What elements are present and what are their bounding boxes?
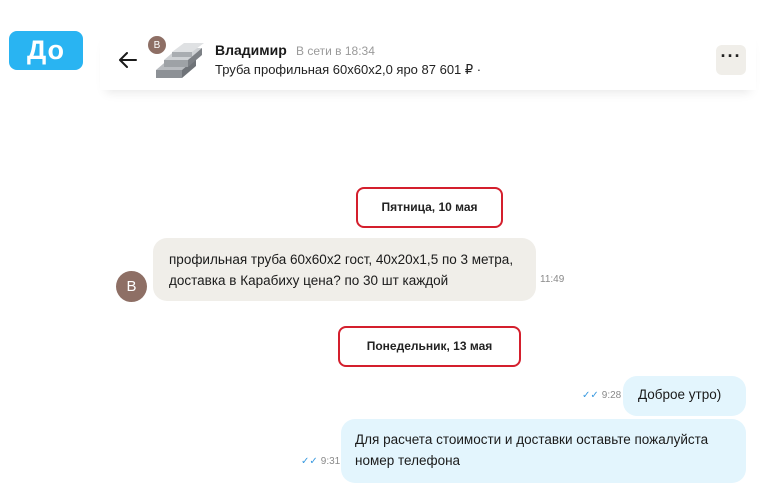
contact-name[interactable]: Владимир	[215, 42, 287, 58]
double-check-icon: ✓✓	[582, 390, 599, 401]
more-dots-icon: ···	[720, 46, 742, 66]
date-separator: Понедельник, 13 мая	[338, 326, 521, 367]
corner-badge: До	[9, 31, 83, 70]
message-text: Для расчета стоимости и доставки оставьт…	[355, 432, 709, 468]
outgoing-message[interactable]: Доброе утро)	[623, 376, 746, 416]
message-time: 9:28	[601, 390, 622, 401]
message-text: профильная труба 60х60х2 гост, 40х20х1,5…	[169, 252, 514, 288]
chat-screen: До В Владимир В сети в 18:34 Труба профи	[0, 0, 774, 494]
message-meta: ✓✓ 9:31	[301, 456, 340, 467]
double-check-icon: ✓✓	[301, 456, 318, 467]
message-meta: ✓✓ 9:28	[582, 390, 621, 401]
product-title[interactable]: Труба профильная 60х60х2,0 яро 87 601 ₽ …	[215, 62, 481, 78]
contact-avatar[interactable]: В	[147, 35, 167, 55]
message-time: 9:31	[320, 456, 341, 467]
sender-avatar[interactable]: В	[116, 271, 147, 302]
more-button[interactable]: ···	[716, 45, 746, 75]
message-text: Доброе утро)	[638, 387, 722, 402]
arrow-left-icon	[119, 52, 137, 68]
chat-header: В Владимир В сети в 18:34 Труба профильн…	[100, 30, 756, 90]
date-separator: Пятница, 10 мая	[356, 187, 503, 228]
incoming-message[interactable]: профильная труба 60х60х2 гост, 40х20х1,5…	[153, 238, 536, 301]
back-button[interactable]	[116, 48, 140, 72]
contact-status: В сети в 18:34	[296, 44, 375, 58]
message-time: 11:49	[540, 274, 565, 285]
outgoing-message[interactable]: Для расчета стоимости и доставки оставьт…	[341, 419, 746, 483]
